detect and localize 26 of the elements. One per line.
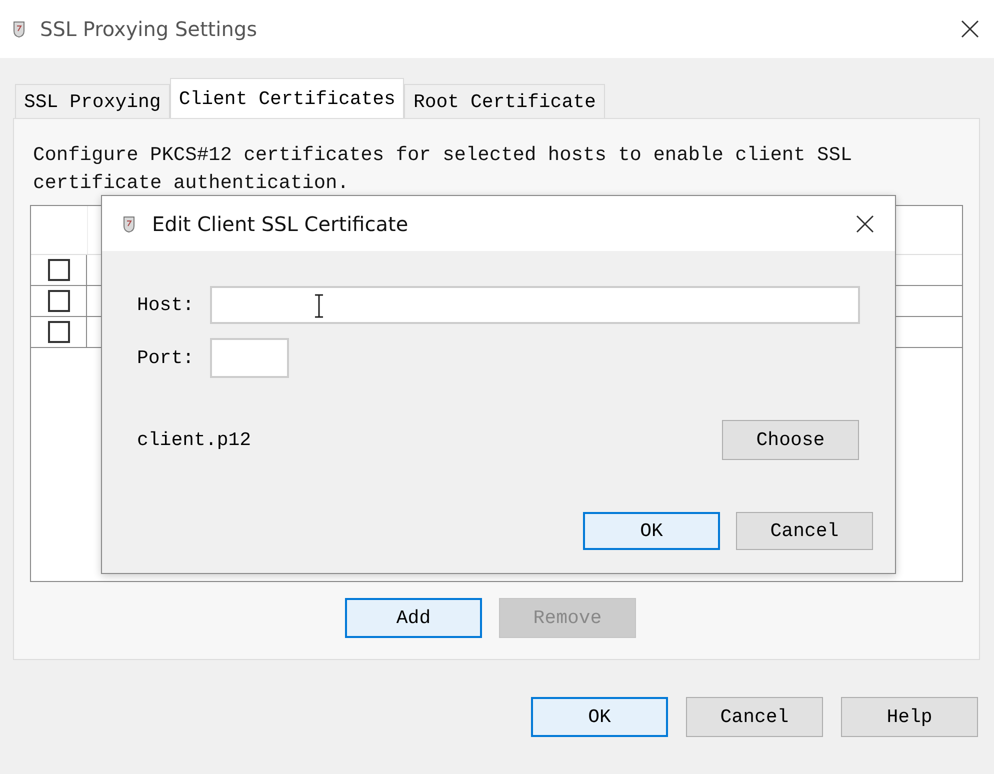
dialog-button[interactable]: Cancel (736, 512, 873, 550)
host-field[interactable] (210, 286, 860, 324)
checkbox[interactable] (48, 259, 70, 281)
dialog-title: Edit Client SSL Certificate (152, 212, 410, 236)
file-name: client.p12 (137, 429, 252, 451)
dialog-button[interactable]: Cancel (686, 697, 823, 737)
dialog-button[interactable]: Help (841, 697, 978, 737)
tab[interactable]: SSL Proxying (15, 84, 170, 118)
text-cursor-icon (314, 294, 324, 318)
dialog-app-icon (122, 214, 136, 232)
host-label: Host: (137, 294, 196, 316)
dialog-button[interactable]: OK (531, 697, 668, 737)
checkbox[interactable] (48, 290, 70, 312)
tab[interactable]: Client Certificates (170, 78, 404, 118)
port-field[interactable] (210, 338, 289, 378)
dialog-button[interactable]: OK (583, 512, 720, 550)
description-text: Configure PKCS#12 certificates for selected hosts to enable client SSL certificate authentication. (33, 143, 854, 196)
window-title: SSL Proxying Settings (40, 17, 258, 41)
checkbox[interactable] (48, 321, 70, 343)
dialog-close-icon[interactable] (855, 214, 875, 234)
tab[interactable]: Root Certificate (404, 84, 605, 118)
list-button[interactable]: Add (345, 598, 482, 638)
choose-button[interactable]: Choose (722, 420, 859, 460)
close-icon[interactable] (960, 19, 980, 39)
app-icon (12, 20, 26, 38)
port-label: Port: (137, 347, 196, 369)
